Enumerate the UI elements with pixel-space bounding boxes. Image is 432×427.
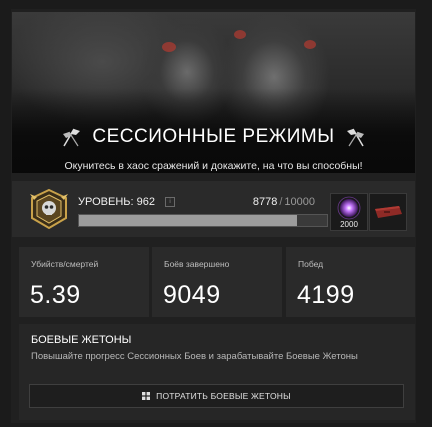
- hero-banner: СЕССИОННЫЕ РЕЖИМЫ Окунитесь в хаос сраже…: [12, 12, 415, 173]
- spend-tokens-button[interactable]: ПОТРАТИТЬ БОЕВЫЕ ЖЕТОНЫ: [29, 384, 404, 408]
- info-icon[interactable]: i: [165, 197, 175, 207]
- spend-tokens-label: ПОТРАТИТЬ БОЕВЫЕ ЖЕТОНЫ: [156, 391, 291, 401]
- red-crate-icon: [375, 206, 402, 218]
- hero-subtitle: Окунитесь в хаос сражений и докажите, на…: [64, 160, 363, 172]
- battle-tokens-panel: БОЕВЫЕ ЖЕТОНЫ Повышайте прогресс Сессион…: [19, 324, 415, 420]
- crossed-flags-icon: [63, 128, 81, 147]
- stat-label: Боёв завершено: [164, 259, 230, 269]
- level-badge-icon: [30, 188, 68, 230]
- level-label: УРОВЕНЬ: 962: [78, 196, 155, 208]
- stat-card-battles: Боёв завершено 9049: [152, 247, 282, 317]
- grid-icon: [142, 392, 151, 400]
- purple-orb-icon: [337, 196, 361, 220]
- stat-label: Убийств/смертей: [31, 259, 99, 269]
- tokens-title: БОЕВЫЕ ЖЕТОНЫ: [31, 334, 132, 346]
- xp-max: 10000: [284, 196, 315, 208]
- soldier-visor-glow: [234, 30, 246, 39]
- tokens-description: Повышайте прогресс Сессионных Боев и зар…: [31, 351, 358, 362]
- soldier-visor-glow: [304, 40, 316, 49]
- stat-value: 4199: [297, 281, 355, 309]
- stat-label: Побед: [298, 259, 324, 269]
- stat-card-kd: Убийств/смертей 5.39: [19, 247, 149, 317]
- hero-title-row: СЕССИОННЫЕ РЕЖИМЫ: [12, 126, 415, 148]
- xp-progress-fill: [79, 215, 297, 226]
- hero-title: СЕССИОННЫЕ РЕЖИМЫ: [92, 126, 335, 147]
- reward-count: 2000: [340, 220, 358, 229]
- xp-separator: /: [279, 196, 283, 208]
- reward-tile-crate[interactable]: [369, 193, 407, 231]
- stat-card-wins: Побед 4199: [286, 247, 415, 317]
- reward-tile-orb[interactable]: 2000: [330, 193, 368, 231]
- xp-progress-bar: [78, 214, 328, 227]
- xp-current: 8778: [252, 196, 278, 208]
- stat-value: 9049: [163, 281, 221, 309]
- stat-value: 5.39: [30, 281, 81, 309]
- level-panel: УРОВЕНЬ: 962 i 8778/10000 2000: [12, 181, 415, 237]
- xp-readout: 8778/10000: [253, 196, 315, 208]
- crossed-flags-icon: [346, 128, 364, 147]
- soldier-visor-glow: [162, 42, 176, 52]
